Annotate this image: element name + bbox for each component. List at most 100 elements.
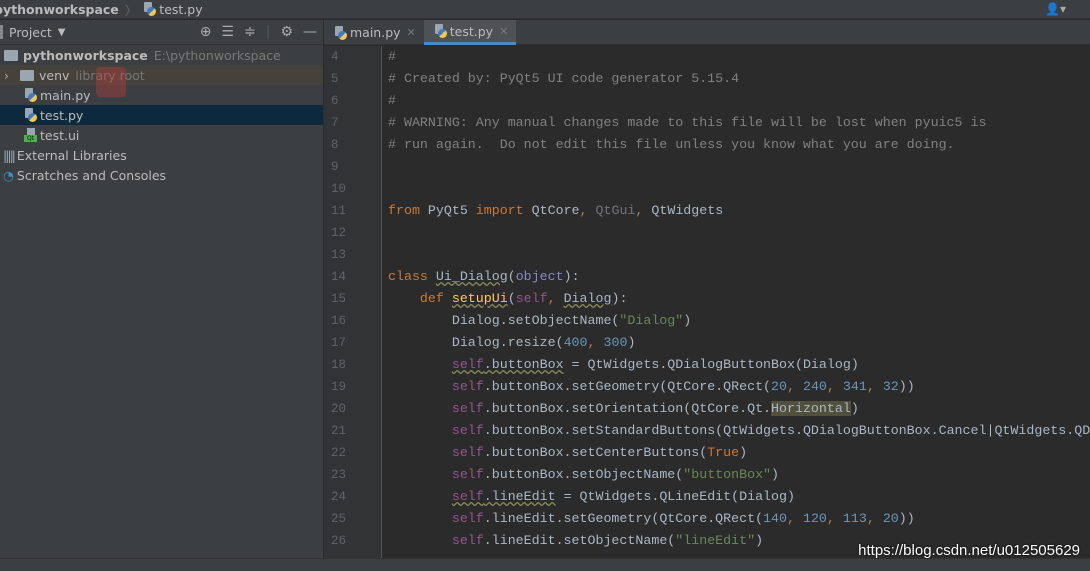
code-line[interactable]: self.buttonBox.setOrientation(QtCore.Qt.… (388, 398, 1090, 420)
code-line[interactable]: self.buttonBox.setCenterButtons(True) (388, 442, 1090, 464)
breadcrumb-project[interactable]: pythonworkspace (0, 2, 119, 17)
code-token: ) (771, 467, 780, 482)
code-line[interactable]: Dialog.setObjectName("Dialog") (388, 310, 1090, 332)
libraries-icon: |||‖ (3, 147, 16, 163)
tree-item-external-libraries[interactable]: |||‖ External Libraries (0, 145, 323, 165)
code-line[interactable]: self.lineEdit = QtWidgets.QLineEdit(Dial… (388, 486, 1090, 508)
tree-item-label: main.py (40, 87, 91, 103)
code-area[interactable]: # # Created by: PyQt5 UI code generator 5… (388, 46, 1090, 552)
code-token: 341 (842, 379, 867, 394)
line-number: 22 (331, 446, 347, 460)
code-line[interactable]: # run again. Do not edit this file unles… (388, 134, 1090, 156)
gear-icon[interactable]: ⚙ (280, 24, 293, 40)
code-line[interactable]: self.buttonBox.setStandardButtons(QtWidg… (388, 420, 1090, 442)
project-view-selector[interactable]: Project (9, 25, 52, 40)
collapse-all-icon[interactable]: ≑ (244, 24, 256, 40)
qt-ui-file-icon (24, 128, 37, 142)
line-number: 24 (331, 490, 347, 504)
code-token: , (826, 511, 843, 526)
code-token: .buttonBox.setGeometry(QtCore.QRect( (483, 379, 772, 394)
code-token: .buttonBox.setObjectName( (483, 467, 684, 482)
code-line[interactable]: from PyQt5 import QtCore, QtGui, QtWidge… (388, 200, 1090, 222)
close-icon[interactable]: ✕ (407, 26, 416, 39)
tree-item-main-py[interactable]: main.py (0, 85, 323, 105)
code-line[interactable]: def setupUi(self, Dialog): (388, 288, 1090, 310)
code-line[interactable] (388, 222, 1090, 244)
code-token: , (826, 379, 843, 394)
code-line[interactable]: self.buttonBox.setGeometry(QtCore.QRect(… (388, 376, 1090, 398)
editor-tabs: main.py ✕ test.py ✕ (324, 20, 1090, 45)
line-number: 5 (331, 72, 339, 86)
line-number: 12 (331, 226, 347, 240)
code-line[interactable]: Dialog.resize(400, 300) (388, 332, 1090, 354)
tree-item-test-ui[interactable]: test.ui (0, 125, 323, 145)
code-line[interactable]: self.buttonBox = QtWidgets.QDialogButton… (388, 354, 1090, 376)
tab-main-py[interactable]: main.py ✕ (324, 20, 424, 45)
search-lens-overlay (96, 67, 126, 97)
code-token: , (587, 335, 604, 350)
code-token: 113 (842, 511, 867, 526)
line-number: 15 (331, 292, 347, 306)
expand-all-icon[interactable]: ☰ (221, 24, 234, 40)
code-token: , (866, 511, 883, 526)
locate-icon[interactable]: ⊕ (200, 24, 212, 40)
tree-item-pythonworkspace[interactable]: pythonworkspace E:\pythonworkspace (0, 45, 323, 65)
code-token: self (451, 357, 484, 372)
code-token: self (451, 379, 484, 394)
chevron-right-icon[interactable]: › (4, 68, 20, 83)
code-token: Dialog (563, 291, 612, 306)
line-number: 10 (331, 182, 347, 196)
line-number: 26 (331, 534, 347, 548)
code-token: 300 (603, 335, 628, 350)
code-line[interactable]: # (388, 90, 1090, 112)
code-token: , (635, 203, 652, 218)
tab-test-py[interactable]: test.py ✕ (423, 20, 517, 45)
line-number: 16 (331, 314, 347, 328)
code-line[interactable]: # Created by: PyQt5 UI code generator 5.… (388, 68, 1090, 90)
code-token: .buttonBox.setOrientation(QtCore.Qt. (483, 401, 772, 416)
line-number: 14 (331, 270, 347, 284)
tab-label: main.py (350, 25, 401, 40)
navigation-bar: pythonworkspace 〉 test.py 👤▾ (0, 0, 1090, 19)
folder-icon (4, 49, 18, 61)
code-token: QtWidgets (651, 203, 724, 218)
tab-label: test.py (449, 23, 494, 39)
code-line[interactable]: # WARNING: Any manual changes made to th… (388, 112, 1090, 134)
panel-edge (0, 25, 3, 39)
tree-item-test-py[interactable]: test.py (0, 105, 323, 125)
code-line[interactable]: # (388, 46, 1090, 68)
code-line[interactable]: class Ui_Dialog(object): (388, 266, 1090, 288)
tree-item-path: E:\pythonworkspace (153, 47, 281, 63)
code-token: )) (898, 379, 915, 394)
close-icon[interactable]: ✕ (499, 25, 508, 38)
code-line[interactable]: self.buttonBox.setObjectName("buttonBox"… (388, 464, 1090, 486)
code-line[interactable] (388, 156, 1090, 178)
code-editor[interactable]: 4 5 6 7 8 9 10 11 12 13 14 15 16 17 18 19 20 21 22 23 24 25 26… (324, 46, 1090, 558)
chevron-down-icon[interactable]: ▼ (58, 27, 66, 38)
code-line[interactable] (388, 178, 1090, 200)
code-token: object (515, 269, 564, 284)
tree-item-venv[interactable]: › venv library root (0, 65, 323, 85)
code-token: Horizontal (771, 401, 851, 416)
code-token: setupUi (451, 291, 508, 306)
code-token: 240 (802, 379, 827, 394)
line-number: 21 (331, 424, 347, 438)
code-token: = QtWidgets.QDialogButtonBox(Dialog) (563, 357, 859, 372)
line-number: 9 (331, 160, 339, 174)
code-line[interactable] (388, 244, 1090, 266)
tree-item-scratches[interactable]: ◔ Scratches and Consoles (0, 165, 323, 185)
code-token: self (451, 401, 484, 416)
code-line[interactable]: self.lineEdit.setGeometry(QtCore.QRect(1… (388, 508, 1090, 530)
divider: | (265, 24, 271, 40)
line-number: 7 (331, 116, 339, 130)
breadcrumb-file[interactable]: test.py (159, 2, 202, 17)
line-number-gutter: 4 5 6 7 8 9 10 11 12 13 14 15 16 17 18 19 20 21 22 23 24 25 26 (324, 46, 382, 558)
code-token: def (419, 291, 452, 306)
user-icon[interactable]: 👤▾ (1045, 2, 1066, 16)
hide-icon[interactable]: — (303, 24, 317, 40)
tree-item-label: Scratches and Consoles (16, 167, 167, 183)
python-file-icon (24, 88, 37, 102)
